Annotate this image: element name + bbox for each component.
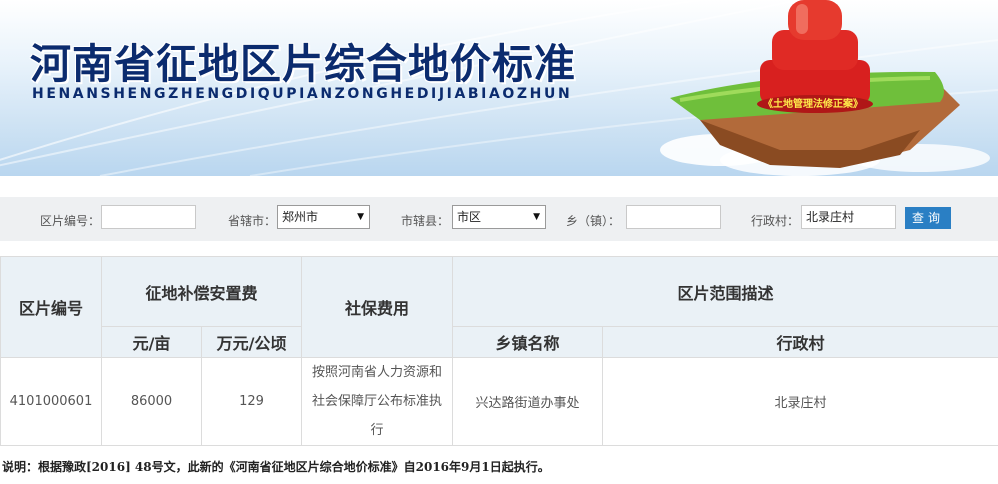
header-social-security: 社保费用 [301, 256, 454, 358]
town-input[interactable] [626, 205, 721, 229]
cell-town-name: 兴达路街道办事处 [452, 357, 604, 446]
seal-caption: 《土地管理法修正案》 [763, 99, 863, 110]
district-code-label: 区片编号： [40, 214, 101, 228]
county-label: 市辖县： [401, 214, 450, 228]
header-yuan-per-mu: 元/亩 [101, 326, 202, 358]
county-select[interactable]: 市区 ▼ [452, 205, 546, 229]
town-label: 乡（镇）： [566, 214, 621, 228]
query-button[interactable]: 查询 [905, 207, 951, 229]
header-village: 行政村 [602, 326, 998, 358]
city-select-value: 郑州市 [282, 210, 319, 224]
header-district-code: 区片编号 [0, 256, 102, 358]
cell-yuan-per-mu: 86000 [101, 357, 202, 446]
table-header-row: 区片编号 征地补偿安置费 社保费用 区片范围描述 [0, 256, 998, 358]
seal-on-island-illustration [660, 0, 990, 176]
district-code-input[interactable] [101, 205, 196, 229]
table-subheader-row: 元/亩 万元/公顷 乡镇名称 行政村 [1, 326, 998, 358]
cell-village: 北录庄村 [602, 357, 998, 446]
header-banner: 河南省征地区片综合地价标准 HENANSHENGZHENGDIQUPIANZON… [0, 0, 998, 176]
cell-wan-per-hectare: 129 [200, 357, 303, 446]
cell-district-code: 4101000601 [0, 357, 102, 446]
city-select[interactable]: 郑州市 ▼ [277, 205, 370, 229]
header-compensation: 征地补偿安置费 [100, 256, 303, 327]
page-title-pinyin: HENANSHENGZHENGDIQUPIANZONGHEDIJIABIAOZH… [32, 86, 573, 102]
results-table: 区片编号 征地补偿安置费 社保费用 区片范围描述 元/亩 万元/公顷 乡镇名称 … [0, 256, 998, 446]
chevron-down-icon: ▼ [533, 212, 540, 222]
header-town-name: 乡镇名称 [452, 326, 604, 358]
chevron-down-icon: ▼ [357, 212, 364, 222]
page-title: 河南省征地区片综合地价标准 [30, 40, 576, 88]
table-row: 4101000601 86000 129 按照河南省人力资源和社会保障厅公布标准… [0, 357, 998, 446]
header-wan-per-hectare: 万元/公顷 [200, 326, 303, 358]
village-input[interactable]: 北录庄村 [801, 205, 896, 229]
cell-social-security: 按照河南省人力资源和社会保障厅公布标准执行 [301, 357, 454, 446]
village-label: 行政村： [751, 214, 800, 228]
county-select-value: 市区 [457, 210, 482, 224]
city-label: 省辖市： [228, 214, 277, 228]
header-description: 区片范围描述 [452, 256, 998, 327]
footnote: 说明：根据豫政[2016] 48号文，此新的《河南省征地区片综合地价标准》自20… [2, 460, 550, 474]
search-bar: 区片编号： 省辖市： 郑州市 ▼ 市辖县： 市区 ▼ 乡（镇）： 行政村： 北录… [0, 197, 998, 241]
